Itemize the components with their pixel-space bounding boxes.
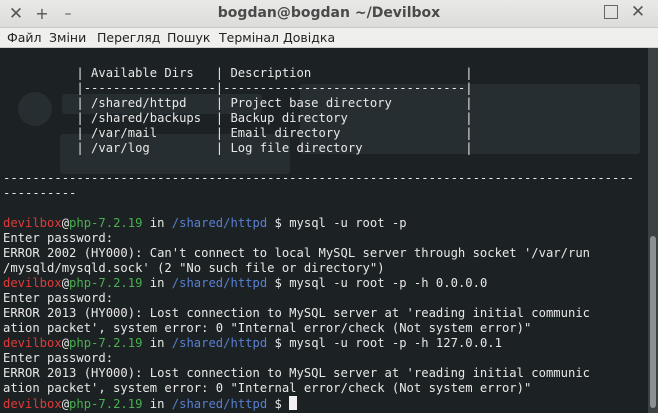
prompt-dir: /shared/httpd [171,336,268,350]
window-title: bogdan@bogdan ~/Devilbox [217,5,441,21]
output-line: Enter password: [3,291,114,305]
menu-search[interactable]: Пошук [167,30,210,45]
table-row: | /var/mail | Email directory | [3,126,473,140]
prompt-line: devilbox@php-7.2.19 in /shared/httpd $ m… [3,216,407,230]
prompt-php: php-7.2.19 [69,336,143,350]
menu-help[interactable]: Довідка [283,30,335,45]
output-line: ERROR 2013 (HY000): Lost connection to M… [3,306,590,320]
menu-view[interactable]: Перегляд [97,30,160,45]
divider: ---------- [3,186,77,200]
command-text: mysql -u root -p [289,216,407,230]
table-row: | /shared/backups | Backup directory | [3,111,473,125]
table-separator: |------------------|--------------------… [3,81,473,95]
prompt-host: devilbox [3,216,62,230]
table-row: | /var/log | Log file directory | [3,141,473,155]
output-line: ation packet', system error: 0 "Internal… [3,381,532,395]
vertical-scrollbar[interactable] [648,48,658,413]
menu-bar: Файл Зміни Перегляд Пошук Термінал Довід… [0,28,658,48]
prompt-dir: /shared/httpd [171,276,268,290]
output-line: ERROR 2002 (HY000): Can't connect to loc… [3,246,590,260]
text-cursor [289,396,298,410]
menu-file[interactable]: Файл [7,30,42,45]
prompt-host: devilbox [3,336,62,350]
prompt-host: devilbox [3,276,62,290]
output-line: Enter password: [3,231,114,245]
command-text: mysql -u root -p -h 0.0.0.0 [289,276,488,290]
prompt-dir: /shared/httpd [171,216,268,230]
terminal-window: ✕ + – bogdan@bogdan ~/Devilbox ✕ Файл Зм… [0,0,658,413]
output-line: /mysqld/mysqld.sock' (2 "No such file or… [3,261,385,275]
output-line: Enter password: [3,351,114,365]
prompt-php: php-7.2.19 [69,276,143,290]
close-icon[interactable]: ✕ [628,2,648,22]
command-text: mysql -u root -p -h 127.0.0.1 [289,336,502,350]
prompt-host: devilbox [3,397,62,411]
title-bar: ✕ + – bogdan@bogdan ~/Devilbox ✕ [0,0,658,28]
prompt-line[interactable]: devilbox@php-7.2.19 in /shared/httpd $ [3,396,298,412]
maximize-icon[interactable] [604,5,618,19]
output-line: ation packet', system error: 0 "Internal… [3,321,532,335]
menu-edit[interactable]: Зміни [49,30,86,45]
prompt-php: php-7.2.19 [69,397,143,411]
table-row: | /shared/httpd | Project base directory… [3,96,473,110]
prompt-dir: /shared/httpd [171,397,268,411]
table-header: | Available Dirs | Description | [3,66,473,80]
prompt-line: devilbox@php-7.2.19 in /shared/httpd $ m… [3,276,488,290]
divider: ----------------------------------------… [3,171,635,185]
terminal-output[interactable]: | Available Dirs | Description | |------… [0,48,648,413]
output-line: ERROR 2013 (HY000): Lost connection to M… [3,366,590,380]
prompt-php: php-7.2.19 [69,216,143,230]
scrollbar-thumb[interactable] [650,236,656,408]
menu-terminal[interactable]: Термінал [219,30,279,45]
prompt-line: devilbox@php-7.2.19 in /shared/httpd $ m… [3,336,502,350]
